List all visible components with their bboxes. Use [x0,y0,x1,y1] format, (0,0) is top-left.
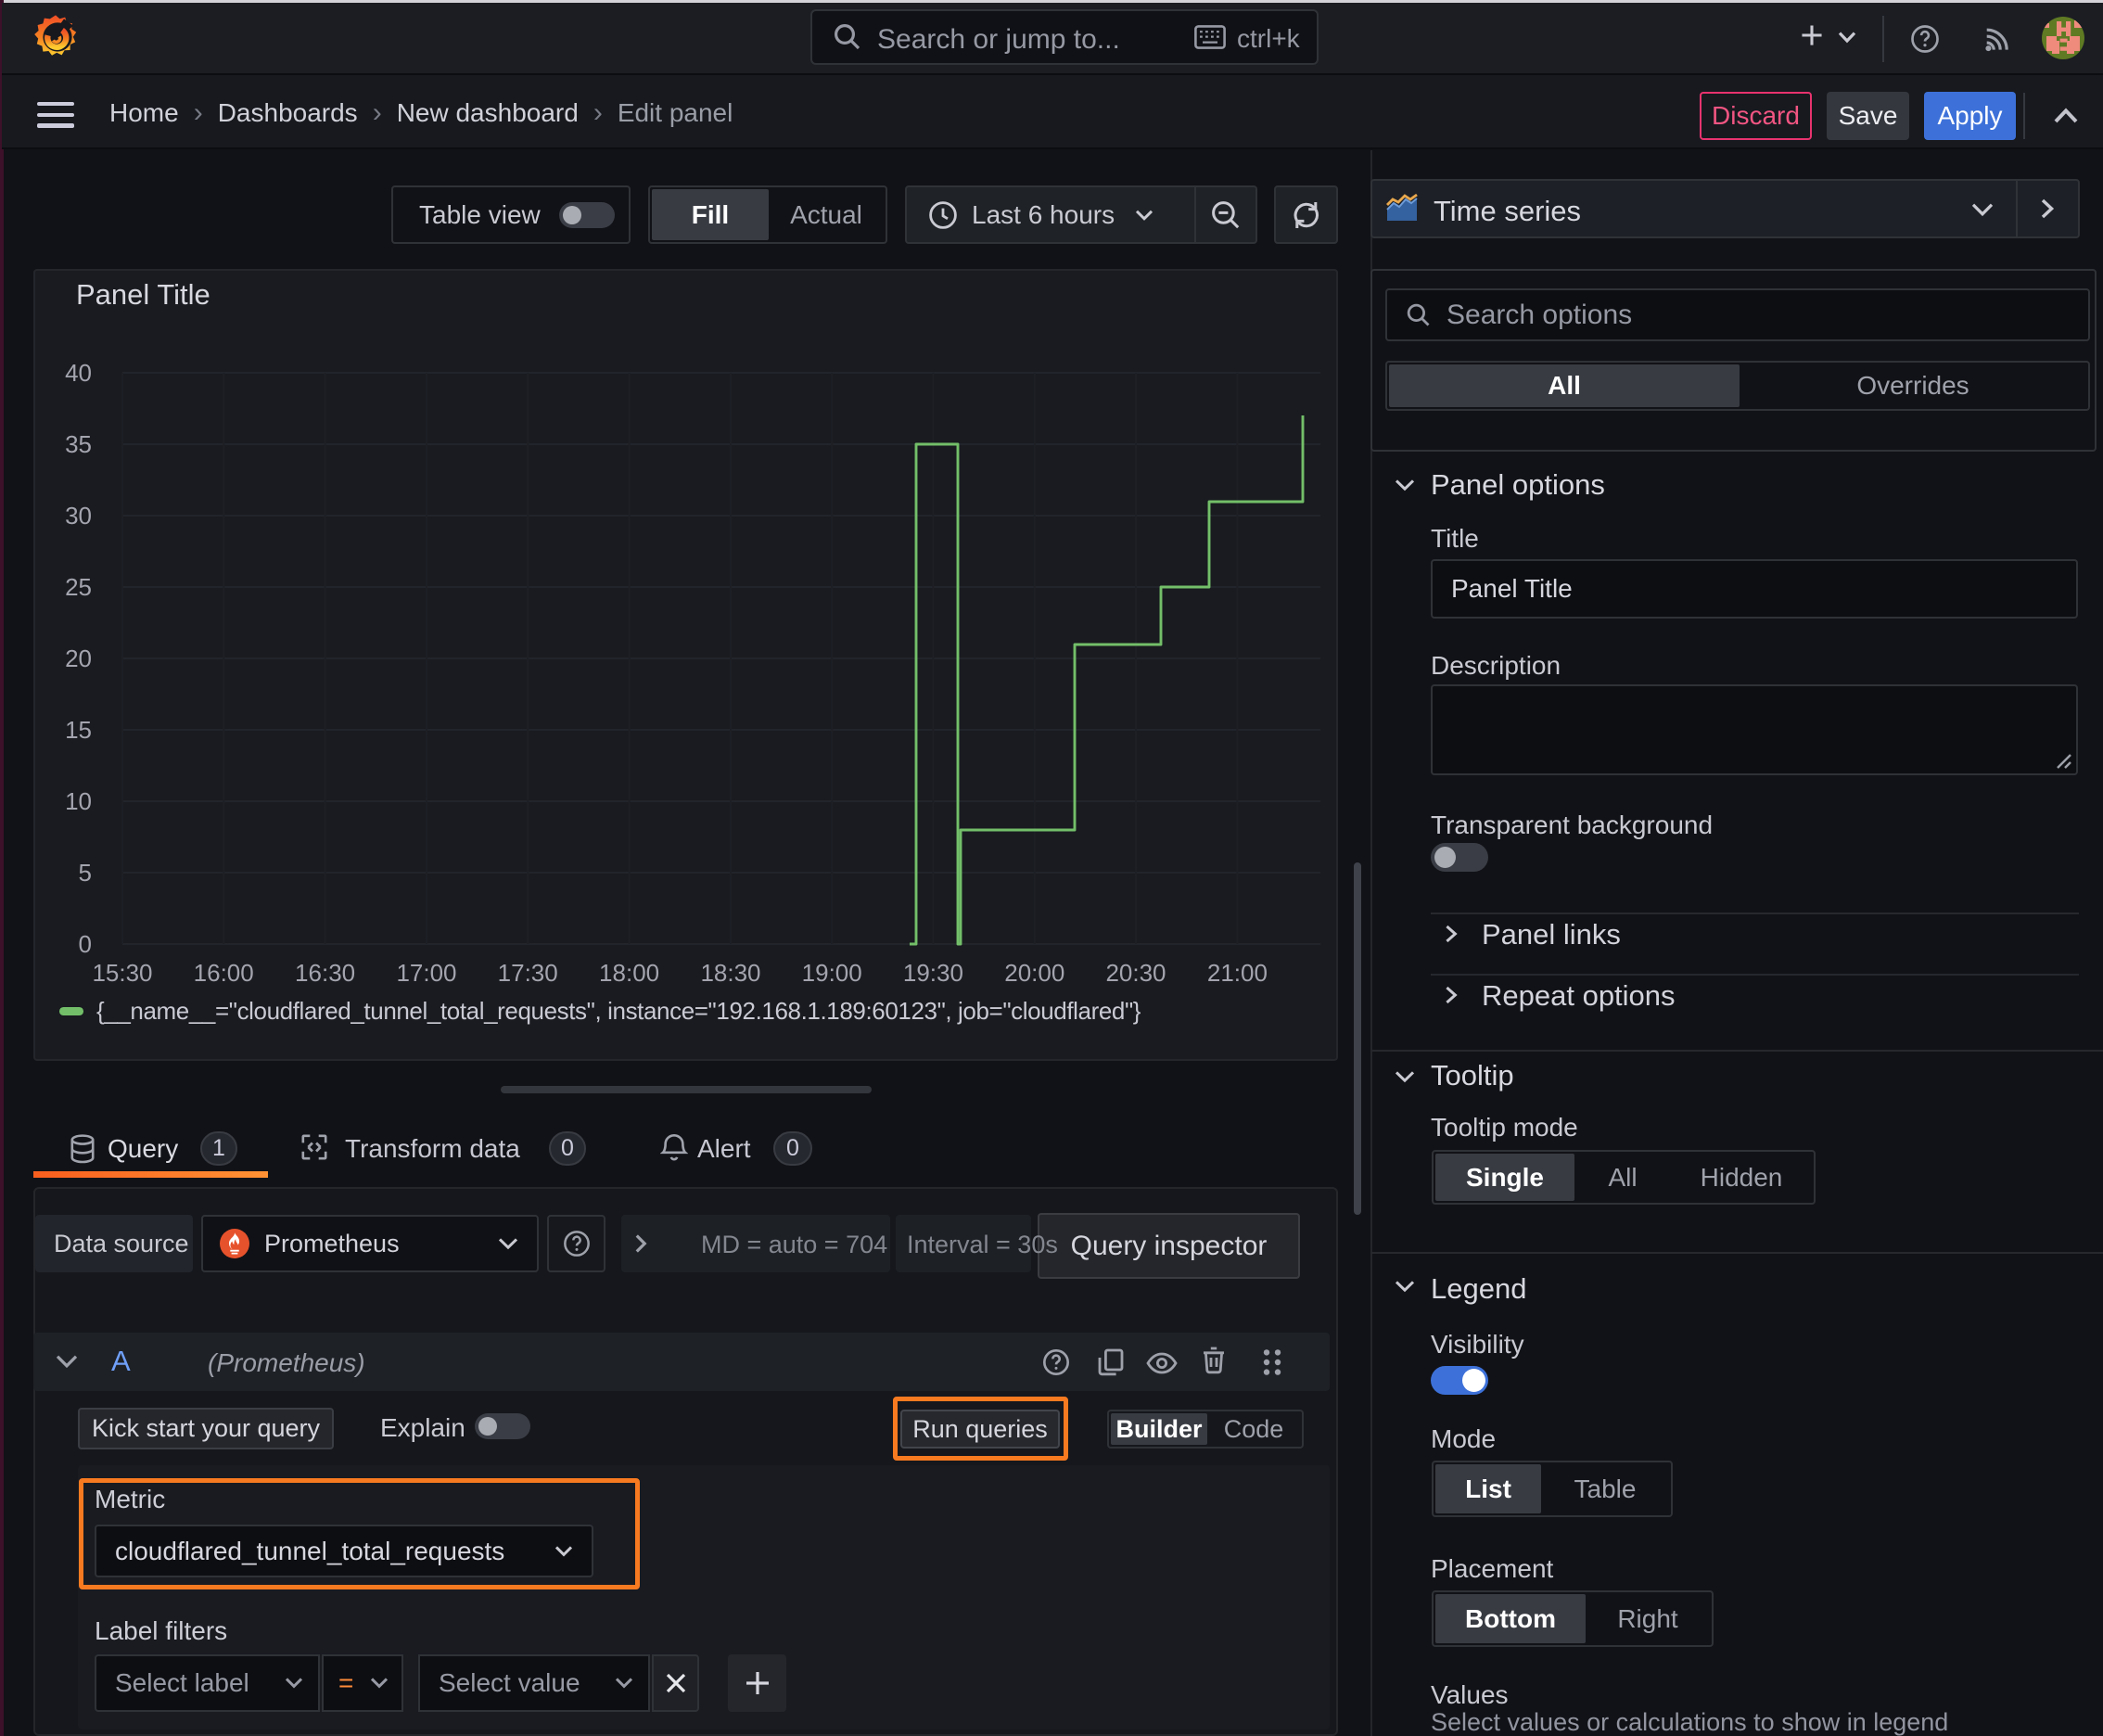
svg-text:40: 40 [65,359,92,387]
svg-text:20:00: 20:00 [1004,959,1064,987]
svg-text:17:00: 17:00 [396,959,456,987]
svg-text:19:00: 19:00 [802,959,862,987]
svg-text:25: 25 [65,573,92,601]
svg-text:15:30: 15:30 [92,959,152,987]
svg-text:18:30: 18:30 [700,959,760,987]
svg-text:{__name__="cloudflared_tunnel_: {__name__="cloudflared_tunnel_total_requ… [96,997,1141,1025]
svg-text:30: 30 [65,502,92,530]
svg-text:10: 10 [65,787,92,815]
svg-text:5: 5 [79,859,92,887]
svg-text:21:00: 21:00 [1207,959,1268,987]
svg-text:15: 15 [65,716,92,744]
svg-text:35: 35 [65,430,92,458]
svg-text:20:30: 20:30 [1105,959,1166,987]
svg-text:17:30: 17:30 [498,959,558,987]
svg-text:18:00: 18:00 [599,959,659,987]
svg-text:16:00: 16:00 [194,959,254,987]
svg-text:0: 0 [79,930,92,958]
svg-text:20: 20 [65,645,92,672]
svg-text:19:30: 19:30 [903,959,963,987]
svg-text:16:30: 16:30 [295,959,355,987]
